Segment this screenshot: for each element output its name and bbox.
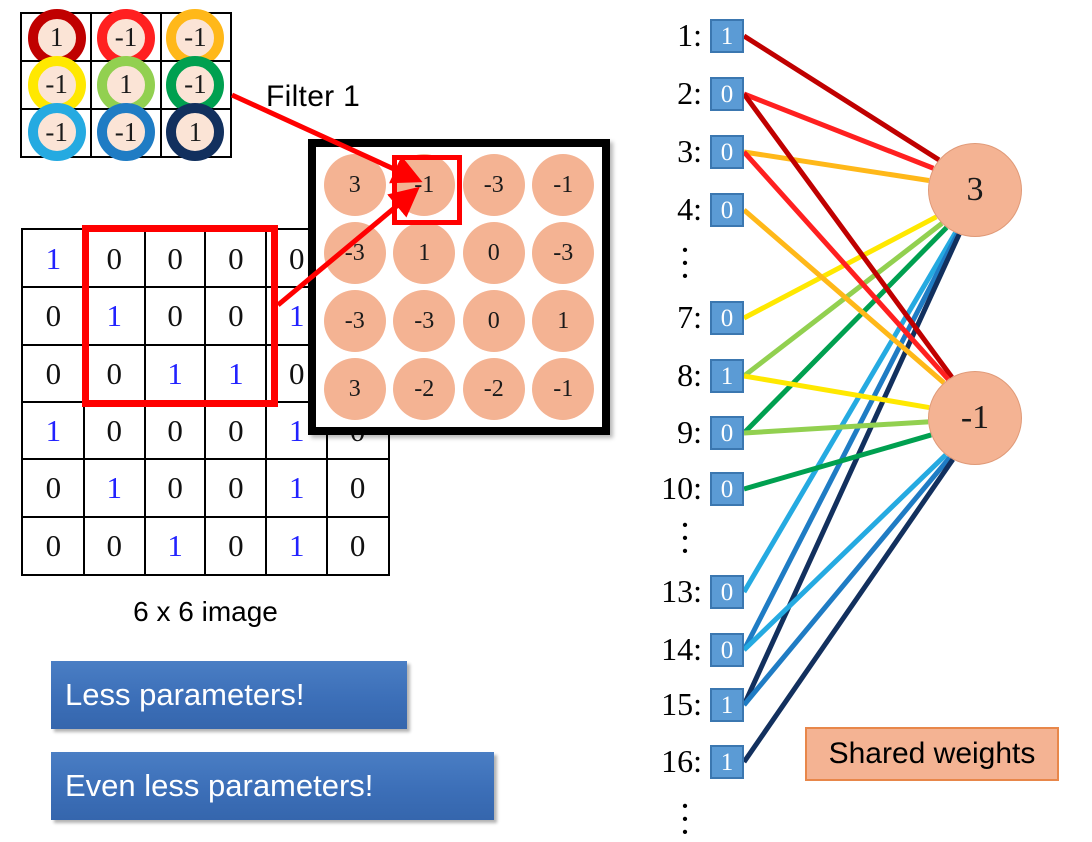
feature-map-cell: 3 (320, 355, 390, 423)
feature-map-cell: -3 (529, 219, 599, 287)
input-node[interactable]: 1 (710, 19, 744, 53)
input-label-12: 16: (661, 743, 702, 779)
input-label-6: 8: (677, 357, 702, 393)
feature-map-value: 1 (532, 290, 595, 352)
feature-map-value: -3 (323, 290, 386, 352)
input-label-11: 15: (661, 686, 702, 722)
input-label-10: 14: (661, 631, 702, 667)
feature-map-value: 3 (323, 358, 386, 420)
feature-map-value: 3 (323, 154, 386, 216)
feature-map-value: -2 (393, 358, 456, 420)
feature-map-cell: -1 (529, 355, 599, 423)
input-node[interactable]: 0 (710, 472, 744, 506)
input-node[interactable]: 0 (710, 77, 744, 111)
feature-map-cell: 0 (459, 219, 529, 287)
input-node[interactable]: 0 (710, 416, 744, 450)
input-node[interactable]: 1 (710, 359, 744, 393)
feature-map-value: -3 (462, 154, 525, 216)
input-node[interactable]: 0 (710, 633, 744, 667)
input-label-4: 4: (677, 191, 702, 227)
feature-map-cell: 1 (390, 219, 460, 287)
input-node[interactable]: 0 (710, 575, 744, 609)
output-neuron[interactable]: -1 (928, 371, 1022, 465)
input-node[interactable]: 1 (710, 745, 744, 779)
feature-map-value: -3 (393, 290, 456, 352)
input-label-3: 3: (677, 133, 702, 169)
input-label-2: 2: (677, 75, 702, 111)
input-node[interactable]: 0 (710, 193, 744, 227)
input-ellipsis: • • • (682, 242, 688, 285)
feature-map-cell: -2 (390, 355, 460, 423)
feature-map-value: 0 (462, 290, 525, 352)
feature-map-cell: 1 (529, 287, 599, 355)
feature-map-cell: -3 (390, 287, 460, 355)
feature-map-cell: -3 (459, 151, 529, 219)
input-ellipsis: • • • (682, 517, 688, 560)
feature-map-value: -3 (323, 222, 386, 284)
input-label-7: 9: (677, 414, 702, 450)
feature-map-box: 3 -1 -3 -1 -3 1 0 -3 -3 -3 0 1 3 -2 -2 -1 (308, 139, 610, 435)
input-label-5: 7: (677, 299, 702, 335)
output-neuron[interactable]: 3 (928, 143, 1022, 237)
input-label-9: 13: (661, 573, 702, 609)
feature-map-value: -2 (462, 358, 525, 420)
input-ellipsis: • • • (682, 798, 688, 841)
feature-map-value: 0 (462, 222, 525, 284)
feature-map-highlight (392, 155, 462, 225)
shared-weights-badge: Shared weights (805, 727, 1059, 781)
feature-map-value: -3 (532, 222, 595, 284)
feature-map-value: 1 (393, 222, 456, 284)
feature-map-cell: -1 (529, 151, 599, 219)
feature-map-value: -1 (532, 154, 595, 216)
input-node[interactable]: 0 (710, 301, 744, 335)
feature-map-value: -1 (532, 358, 595, 420)
input-label-8: 10: (661, 470, 702, 506)
slide-canvas: 1 -1 -1 -1 1 -1 -1 -1 1 Filter 1 1 0 0 0… (0, 0, 1092, 842)
input-label-1: 1: (677, 17, 702, 53)
feature-map-cell: -2 (459, 355, 529, 423)
input-node[interactable]: 0 (710, 135, 744, 169)
feature-map-cell: -3 (320, 219, 390, 287)
feature-map-cell: -3 (320, 287, 390, 355)
input-node[interactable]: 1 (710, 688, 744, 722)
feature-map-cell: 3 (320, 151, 390, 219)
feature-map-cell: 0 (459, 287, 529, 355)
